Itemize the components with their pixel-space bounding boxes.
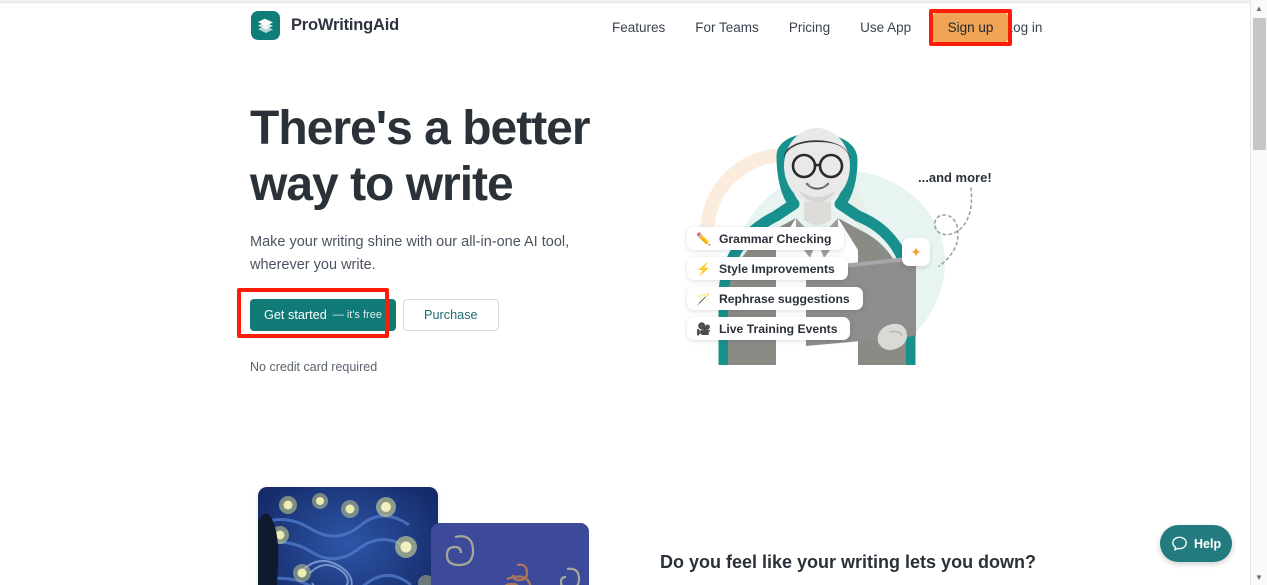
pencil-icon: ✏️: [696, 231, 711, 246]
blue-doodle-image-card: [431, 523, 589, 585]
help-widget-button[interactable]: Help: [1160, 525, 1232, 562]
get-started-button-region: Get started — it's free: [237, 288, 396, 338]
and-more-annotation: ...and more!: [918, 170, 992, 185]
site-header: ProWritingAid Features For Teams Pricing…: [0, 3, 1250, 53]
help-widget-label: Help: [1194, 536, 1222, 551]
feature-label: Live Training Events: [718, 321, 838, 336]
lower-section-heading: Do you feel like your writing lets you d…: [660, 552, 1037, 572]
vertical-scrollbar[interactable]: ▲ ▼: [1250, 0, 1267, 585]
feature-pill-live-training-events[interactable]: 🎥 Live Training Events: [687, 317, 851, 340]
nav-features[interactable]: Features: [597, 3, 680, 53]
get-started-button[interactable]: Get started — it's free: [250, 299, 396, 331]
dotted-arrow-icon: [934, 187, 973, 267]
feature-label: Style Improvements: [718, 261, 835, 276]
feature-pill-rephrase-suggestions[interactable]: 🪄 Rephrase suggestions: [687, 287, 863, 310]
feature-pill-style-improvements[interactable]: ⚡ Style Improvements: [687, 257, 848, 280]
get-started-free-note: — it's free: [332, 309, 382, 321]
starry-night-image-card: [258, 487, 438, 585]
hero-title-line-1: There's a better: [250, 102, 591, 155]
nav-for-teams[interactable]: For Teams: [680, 3, 774, 53]
page-title: There's a better way to write: [250, 101, 610, 213]
lightning-icon: ⚡: [696, 261, 711, 276]
sign-up-button[interactable]: Sign up: [933, 13, 1008, 42]
feature-label: Rephrase suggestions: [718, 291, 850, 306]
feature-label: Grammar Checking: [718, 231, 832, 246]
book-logo-icon: [251, 11, 280, 40]
get-started-label: Get started: [264, 308, 327, 322]
signup-button-region: Sign up: [929, 9, 1012, 46]
scrollbar-thumb[interactable]: [1253, 18, 1266, 150]
feature-pill-list: ✏️ Grammar Checking ⚡ Style Improvements…: [687, 227, 863, 340]
nav-pricing[interactable]: Pricing: [774, 3, 845, 53]
scroll-down-arrow-icon[interactable]: ▼: [1251, 569, 1267, 585]
hero-title-line-2: way to write: [250, 158, 514, 211]
feature-pill-grammar-checking[interactable]: ✏️ Grammar Checking: [687, 227, 845, 250]
browser-page: ProWritingAid Features For Teams Pricing…: [0, 0, 1267, 585]
chat-bubble-icon: [1172, 536, 1187, 551]
nav-use-app[interactable]: Use App: [845, 3, 926, 53]
scroll-up-arrow-icon[interactable]: ▲: [1251, 0, 1267, 16]
purchase-button[interactable]: Purchase: [403, 299, 499, 331]
magic-wand-icon: 🪄: [696, 291, 711, 306]
page-viewport: ProWritingAid Features For Teams Pricing…: [0, 3, 1250, 585]
hero-subtitle: Make your writing shine with our all-in-…: [250, 234, 570, 273]
brand-name: ProWritingAid: [291, 16, 400, 34]
no-credit-card-note: No credit card required: [250, 360, 378, 374]
hero-cta-row: Get started — it's free Purchase: [237, 288, 499, 338]
brand-logo-link[interactable]: ProWritingAid: [251, 11, 399, 40]
movie-camera-icon: 🎥: [696, 321, 711, 336]
